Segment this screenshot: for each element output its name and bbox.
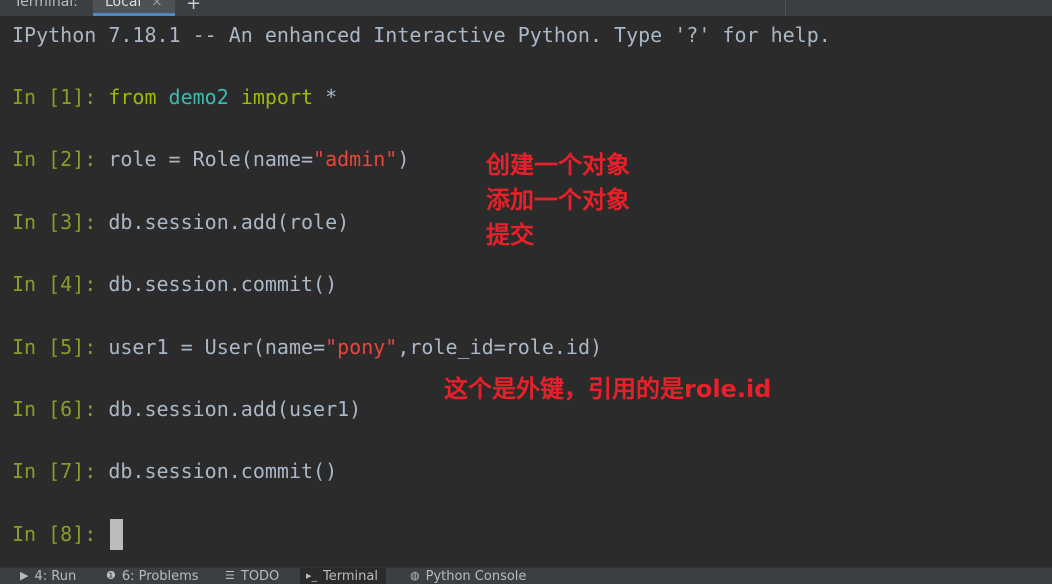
tool-terminal-label: Terminal (323, 569, 378, 584)
input-line: In [1]: from demo2 import * (12, 84, 337, 110)
code-token: db.session.commit() (108, 272, 338, 297)
code-token: demo2 (168, 85, 229, 109)
input-prompt: In [6]: (12, 397, 109, 421)
input-line: In [6]: db.session.add(user1) (12, 396, 361, 422)
ipython-banner: IPython 7.18.1 -- An enhanced Interactiv… (12, 23, 831, 47)
code-token: ) (397, 147, 410, 172)
annotation-foreign-key: 这个是外键，引用的是role.id (444, 375, 772, 403)
annotation-add-object: 添加一个对象 (486, 186, 630, 214)
tool-run-label: 4: Run (34, 569, 77, 584)
code-token: import (240, 85, 314, 109)
close-icon[interactable]: × (151, 0, 163, 10)
tab-local[interactable]: Local × (93, 0, 175, 16)
code-token: from (108, 85, 157, 109)
input-prompt: In [4]: (12, 272, 109, 297)
text-cursor (110, 519, 123, 550)
input-line: In [7]: db.session.commit() (12, 458, 337, 484)
input-prompt: In [1]: (12, 85, 109, 109)
input-line: In [4]: db.session.commit() (12, 271, 337, 297)
terminal-icon: ▸_ (306, 569, 318, 582)
tab-local-label: Local (105, 0, 142, 10)
todo-icon: ☰ (225, 569, 235, 582)
toolbar-divider (785, 0, 786, 16)
code-token: "pony" (325, 334, 398, 359)
input-prompt: In [2]: (12, 147, 109, 172)
tool-window-bar: ▶ 4: Run ❶ 6: Problems ☰ TODO ▸_ Termina… (0, 567, 1052, 584)
tool-terminal[interactable]: ▸_ Terminal (300, 568, 386, 584)
terminal-output[interactable]: IPython 7.18.1 -- An enhanced Interactiv… (0, 16, 1052, 567)
add-tab-icon[interactable]: + (186, 0, 201, 14)
input-prompt: In [5]: (12, 334, 109, 359)
input-line: In [2]: role = Role(name="admin") (12, 146, 409, 172)
terminal-toolbar: Terminal: Local × + (0, 0, 1052, 17)
input-prompt: In [3]: (12, 209, 109, 234)
code-token: "admin" (313, 147, 398, 172)
tool-run[interactable]: ▶ 4: Run (20, 570, 76, 584)
problems-icon: ❶ (106, 569, 116, 582)
run-icon: ▶ (20, 569, 29, 582)
code-token: * (313, 85, 338, 109)
input-line: In [8]: (12, 521, 108, 547)
tool-todo[interactable]: ☰ TODO (225, 570, 279, 584)
tool-python-console-label: Python Console (425, 569, 527, 584)
code-token: role = Role(name= (108, 147, 314, 172)
code-token: db.session.add(user1) (108, 397, 362, 421)
code-token: db.session.commit() (108, 459, 338, 484)
input-line: In [3]: db.session.add(role) (12, 209, 349, 235)
terminal-label: Terminal: (14, 0, 78, 10)
annotation-commit: 提交 (486, 221, 534, 249)
annotation-create-object: 创建一个对象 (486, 151, 630, 179)
tool-todo-label: TODO (240, 569, 280, 584)
code-token: db.session.add(role) (108, 209, 350, 234)
tool-problems-label: 6: Problems (121, 569, 199, 584)
input-prompt: In [7]: (12, 459, 109, 484)
input-prompt: In [8]: (12, 521, 109, 546)
python-console-icon: ◍ (410, 569, 420, 582)
code-token: user1 = User(name= (108, 334, 326, 359)
tool-problems[interactable]: ❶ 6: Problems (106, 570, 199, 584)
code-token: ,role_id=role.id) (397, 334, 603, 359)
input-line: In [5]: user1 = User(name="pony",role_id… (12, 334, 602, 360)
tool-python-console[interactable]: ◍ Python Console (410, 570, 526, 584)
